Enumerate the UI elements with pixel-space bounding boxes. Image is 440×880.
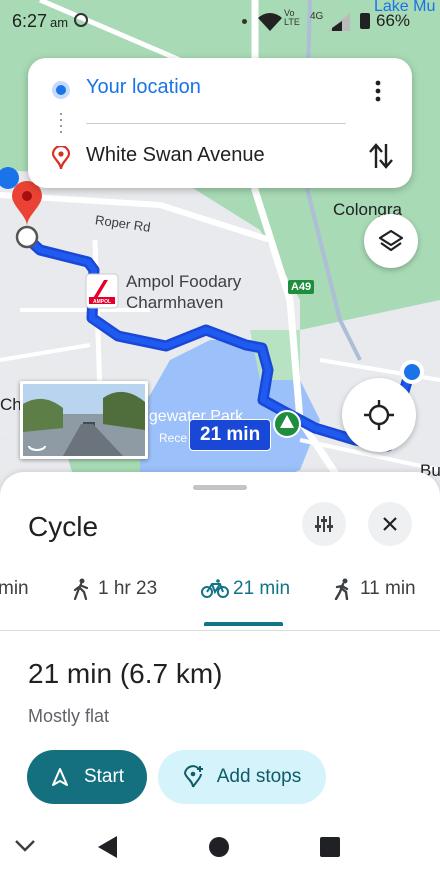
- route-options-button[interactable]: [302, 502, 346, 546]
- poi-brand-text: AMPOL: [93, 299, 111, 305]
- signal-icon: [328, 13, 350, 31]
- poi-name-line2: Charmhaven: [126, 293, 224, 312]
- alarm-icon: [74, 13, 88, 27]
- system-nav-bar: [0, 815, 440, 880]
- travel-mode-tabs: min 1 hr 23 21 min 11 min: [0, 564, 440, 631]
- recents-icon[interactable]: [319, 836, 341, 858]
- travel-mode-title: Cycle: [28, 511, 99, 542]
- status-time-value: 6:27: [12, 11, 48, 31]
- tab-run[interactable]: 11 min: [332, 578, 416, 600]
- layers-icon: [378, 229, 404, 252]
- map-label-park-sub: Rece: [159, 431, 188, 445]
- destination-pin-icon: [52, 146, 70, 170]
- more-options-icon[interactable]: [366, 78, 390, 104]
- tab-walk[interactable]: 1 hr 23: [72, 578, 157, 600]
- bike-icon: [201, 579, 229, 598]
- sliders-icon: [315, 516, 333, 532]
- close-button[interactable]: [368, 502, 412, 546]
- start-button[interactable]: Start: [27, 750, 147, 804]
- destination-field[interactable]: White Swan Avenue: [86, 144, 265, 167]
- poi-name-line1: Ampol Foodary: [126, 272, 242, 291]
- close-icon: [383, 517, 397, 531]
- swap-directions-icon[interactable]: [368, 142, 394, 170]
- tab-drive[interactable]: min: [0, 578, 29, 600]
- sheet-drag-handle[interactable]: [193, 485, 247, 490]
- my-location-button[interactable]: [342, 378, 416, 452]
- origin-dot-icon: [56, 85, 66, 95]
- tab-run-label: 11 min: [360, 578, 416, 599]
- notification-dot-icon: [242, 19, 247, 24]
- route-terrain: Mostly flat: [28, 706, 110, 726]
- origin-field[interactable]: Your location: [86, 76, 201, 99]
- start-button-label: Start: [83, 766, 125, 787]
- street-view-thumbnail[interactable]: [20, 381, 148, 459]
- route-duration-badge[interactable]: 21 min: [189, 419, 272, 451]
- tab-cycle[interactable]: 21 min: [201, 578, 290, 600]
- directions-card: Your location White Swan Avenue: [28, 58, 412, 188]
- active-tab-indicator: [204, 622, 283, 626]
- navigation-arrow-icon: [51, 768, 68, 786]
- tab-cycle-label: 21 min: [233, 578, 291, 599]
- run-icon: [334, 578, 349, 600]
- poi-ampol-label[interactable]: Ampol Foodary Charmhaven: [126, 271, 241, 313]
- battery-percent: 66%: [376, 11, 411, 30]
- back-icon[interactable]: [97, 835, 119, 859]
- add-stops-button[interactable]: Add stops: [158, 750, 326, 804]
- layers-button[interactable]: [364, 214, 418, 268]
- add-location-icon: [183, 765, 203, 788]
- highway-shield: A49: [288, 280, 315, 294]
- route-summary: 21 min (6.7 km): [28, 658, 223, 689]
- field-divider: [86, 123, 346, 124]
- status-bar: 6:27 am Vo LTE 4G 66%: [0, 0, 440, 44]
- add-stops-label: Add stops: [216, 766, 302, 787]
- status-time: 6:27 am: [12, 11, 68, 32]
- wifi-icon: [258, 13, 282, 31]
- crosshair-icon: [364, 400, 394, 430]
- battery-icon: [360, 13, 370, 29]
- map-label-left-edge: Ch: [0, 395, 22, 414]
- walk-icon: [73, 578, 89, 600]
- tab-walk-label: 1 hr 23: [98, 578, 158, 599]
- tab-drive-label: min: [0, 578, 29, 599]
- route-dots-icon: [60, 113, 62, 135]
- network-type: 4G: [310, 11, 324, 22]
- status-ampm: am: [50, 15, 69, 30]
- chevron-down-icon[interactable]: [14, 839, 36, 853]
- home-icon[interactable]: [208, 836, 230, 858]
- volte-label: Vo LTE: [284, 8, 300, 27]
